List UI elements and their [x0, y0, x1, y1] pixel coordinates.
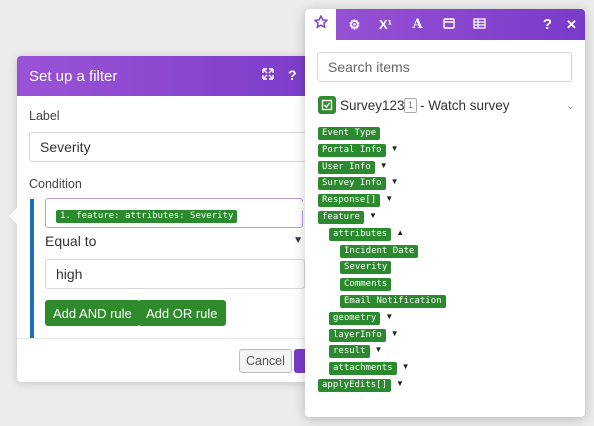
expand-arrow-icon[interactable]: ▼ [391, 329, 399, 338]
tree-item[interactable]: feature ▼ [318, 206, 377, 224]
tab-favorites[interactable] [305, 9, 336, 40]
text-icon: A [412, 17, 423, 32]
expand-icon[interactable] [262, 68, 274, 83]
mapping-panel: ⚙ X¹ A ? ✕ Survey123 1 - [305, 9, 585, 417]
condition-value-input[interactable]: high [45, 259, 305, 289]
condition-operand-field[interactable]: 1. feature: attributes: Severity [45, 198, 303, 228]
operator-value: Equal to [45, 233, 97, 249]
module-description: - Watch survey [420, 98, 510, 113]
module-name: Survey123 [340, 98, 405, 113]
chevron-down-icon: ▼ [293, 235, 303, 246]
tree-item[interactable]: attachments ▼ [329, 357, 410, 376]
tab-general-functions[interactable]: ⚙ [339, 9, 370, 40]
condition-group-bar [30, 199, 34, 341]
tree-item[interactable]: Event Type [318, 122, 381, 140]
tree-item[interactable]: geometry ▼ [329, 307, 393, 325]
tree-item-label[interactable]: applyEdits[] [318, 379, 392, 392]
calendar-icon [442, 17, 455, 32]
add-and-rule-button[interactable]: Add AND rule [45, 300, 140, 326]
tree-item[interactable]: Comments [340, 273, 392, 292]
label-caption: Label [29, 109, 60, 123]
filter-dialog: Set up a filter ? Label Severity Conditi… [17, 56, 342, 382]
expand-arrow-icon[interactable]: ▼ [402, 362, 410, 371]
tree-item[interactable]: Response[] ▼ [318, 189, 393, 208]
filter-dialog-footer: Cancel O [17, 338, 342, 382]
gear-icon: ⚙ [348, 17, 361, 32]
tab-math-functions[interactable]: X¹ [370, 9, 401, 40]
star-icon [313, 14, 328, 32]
cancel-button[interactable]: Cancel [239, 349, 292, 373]
tree-item[interactable]: layerInfo ▼ [329, 324, 399, 342]
expand-arrow-icon[interactable]: ▼ [385, 194, 393, 203]
tree-item[interactable]: applyEdits[] ▼ [318, 374, 404, 392]
superscript-icon: X¹ [379, 17, 392, 32]
expand-arrow-icon[interactable]: ▼ [391, 144, 399, 153]
tree-item[interactable]: Incident Date [340, 240, 419, 258]
module-header[interactable]: Survey123 1 - Watch survey ⌄ [318, 96, 575, 116]
operator-select[interactable]: Equal to ▼ [45, 233, 303, 253]
close-icon: ✕ [566, 17, 577, 32]
tree-item[interactable]: result ▼ [329, 340, 383, 359]
filter-dialog-header: Set up a filter ? [17, 56, 342, 96]
dialog-pointer [9, 208, 17, 224]
close-button[interactable]: ✕ [556, 9, 587, 40]
tab-array-functions[interactable] [464, 9, 495, 40]
tree-item[interactable]: attributes ▲ [329, 223, 404, 241]
expand-arrow-icon[interactable]: ▼ [380, 161, 388, 170]
module-number-badge: 1 [404, 98, 417, 113]
collapse-arrow-icon[interactable]: ▲ [396, 228, 404, 237]
table-icon [473, 17, 486, 32]
filter-dialog-title: Set up a filter [29, 68, 118, 85]
search-input[interactable] [317, 52, 572, 82]
condition-token[interactable]: 1. feature: attributes: Severity [56, 210, 238, 223]
tree-item[interactable]: Email Notification [340, 290, 446, 308]
expand-arrow-icon[interactable]: ▼ [385, 312, 393, 321]
survey123-icon [318, 96, 336, 114]
tree-item[interactable]: Survey Info ▼ [318, 172, 399, 191]
add-or-rule-button[interactable]: Add OR rule [138, 300, 226, 326]
chevron-down-icon[interactable]: ⌄ [566, 99, 575, 112]
expand-arrow-icon[interactable]: ▼ [375, 345, 383, 354]
help-icon: ? [542, 16, 553, 33]
mapping-panel-tabs: ⚙ X¹ A ? ✕ [305, 9, 585, 40]
tree-item[interactable]: Severity [340, 256, 392, 275]
tree-item[interactable]: User Info ▼ [318, 156, 388, 174]
expand-arrow-icon[interactable]: ▼ [369, 211, 377, 220]
tab-text-functions[interactable]: A [402, 9, 433, 40]
expand-arrow-icon[interactable]: ▼ [396, 379, 404, 388]
expand-arrow-icon[interactable]: ▼ [391, 177, 399, 186]
tab-date-functions[interactable] [433, 9, 464, 40]
condition-caption: Condition [29, 177, 82, 191]
tree-item[interactable]: Portal Info ▼ [318, 139, 399, 157]
label-input[interactable]: Severity [29, 132, 319, 162]
help-icon[interactable]: ? [288, 67, 297, 83]
